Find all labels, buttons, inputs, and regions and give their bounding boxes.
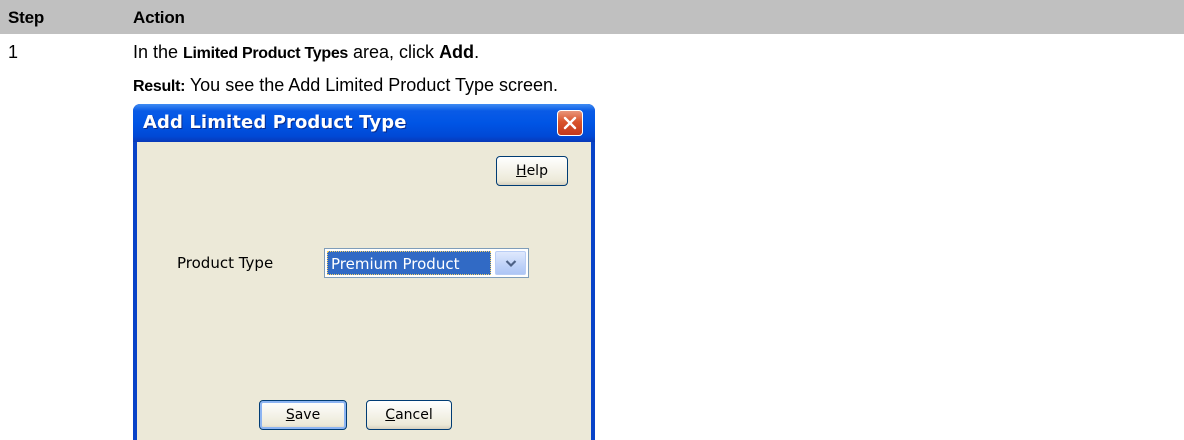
add-limited-product-type-dialog: Add Limited Product Type Help Product Ty…	[133, 104, 595, 440]
table-header-row: Step Action	[0, 0, 1184, 34]
chevron-down-icon	[505, 260, 517, 268]
instruction-line: In the Limited Product Types area, click…	[133, 42, 480, 62]
product-type-value: Premium Product	[327, 251, 491, 275]
product-type-dropdown-button[interactable]	[495, 251, 526, 275]
close-icon	[563, 116, 577, 130]
result-label: Result:	[133, 78, 186, 95]
save-button[interactable]: Save	[259, 400, 347, 430]
dialog-title-bar[interactable]: Add Limited Product Type	[133, 104, 595, 142]
dialog-body: Help Product Type Premium Product Save C…	[137, 142, 591, 440]
cancel-button[interactable]: Cancel	[366, 400, 452, 430]
header-action: Action	[133, 8, 185, 27]
add-action-name: Add	[439, 42, 475, 62]
product-type-select[interactable]: Premium Product	[324, 248, 529, 278]
product-type-label: Product Type	[177, 254, 274, 272]
step-number: 1	[8, 42, 19, 62]
header-step: Step	[8, 8, 45, 27]
dialog-title: Add Limited Product Type	[143, 112, 407, 133]
result-line: Result: You see the Add Limited Product …	[133, 75, 558, 96]
close-button[interactable]	[557, 110, 583, 136]
help-button[interactable]: Help	[496, 156, 568, 186]
area-name: Limited Product Types	[183, 45, 349, 62]
result-text: You see the Add Limited Product Type scr…	[185, 75, 559, 95]
